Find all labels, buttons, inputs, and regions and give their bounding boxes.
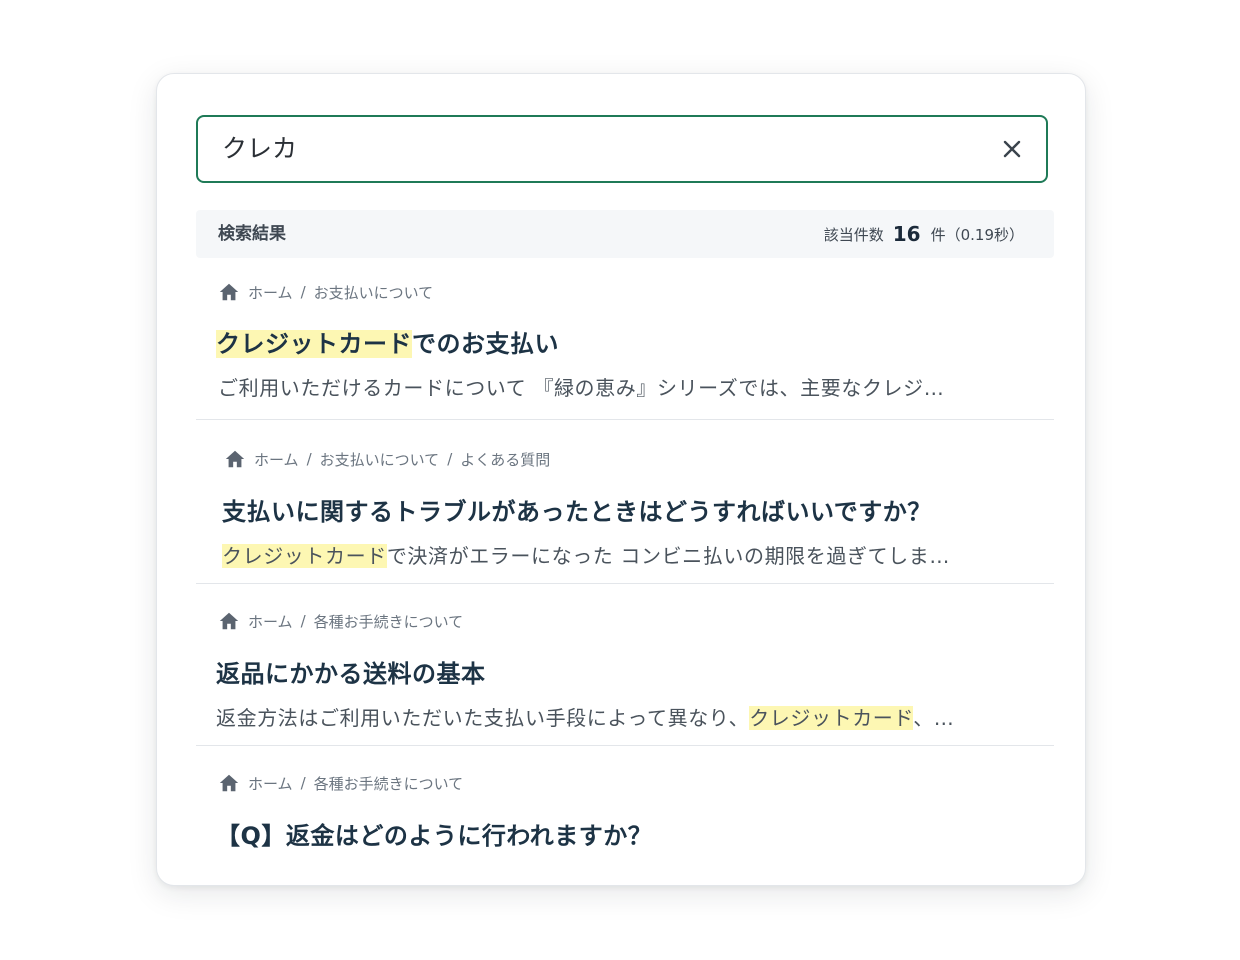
breadcrumb-separator: / <box>306 450 312 468</box>
breadcrumb-item[interactable]: 各種お手続きについて <box>314 611 464 632</box>
breadcrumb-separator: / <box>300 283 306 301</box>
result-title[interactable]: クレジットカードでのお支払い <box>216 324 559 359</box>
result-title[interactable]: 返品にかかる送料の基本 <box>216 654 486 689</box>
breadcrumb-item[interactable]: ホーム <box>248 773 293 794</box>
result-item[interactable]: ホーム / お支払いについて クレジットカードでのお支払い ご利用いただけるカー… <box>196 280 1054 420</box>
close-icon[interactable] <box>1002 139 1022 159</box>
result-snippet: ご利用いただけるカードについて 『緑の恵み』シリーズでは、主要なクレジ… <box>218 376 945 400</box>
breadcrumb: ホーム / 各種お手続きについて <box>218 772 463 794</box>
breadcrumb-item[interactable]: ホーム <box>254 449 299 470</box>
results-count: 該当件数 16 件（0.19秒） <box>824 210 1024 258</box>
home-icon <box>219 774 239 792</box>
home-icon <box>225 450 245 468</box>
breadcrumb-separator: / <box>447 450 453 468</box>
snippet-text: で決済がエラーになった コンビニ払いの期限を過ぎてしま… <box>386 544 950 568</box>
breadcrumb: ホーム / 各種お手続きについて <box>218 610 463 632</box>
breadcrumb: ホーム / お支払いについて / よくある質問 <box>224 448 550 470</box>
results-count-number: 16 <box>892 222 921 246</box>
snippet-text: 返金方法はご利用いただいた支払い手段によって異なり、 <box>216 706 750 730</box>
results-count-label: 該当件数 <box>823 225 884 244</box>
home-icon <box>219 283 239 301</box>
breadcrumb-separator: / <box>300 774 306 792</box>
result-snippet: 返金方法はご利用いただいた支払い手段によって異なり、クレジットカード、… <box>216 702 954 731</box>
breadcrumb: ホーム / お支払いについて <box>218 281 433 303</box>
search-box[interactable] <box>196 115 1048 183</box>
result-item[interactable]: ホーム / 各種お手続きについて 返品にかかる送料の基本 返金方法はご利用いただ… <box>196 584 1054 746</box>
result-item[interactable]: ホーム / お支払いについて / よくある質問 支払いに関するトラブルがあったと… <box>196 420 1054 584</box>
clear-search-button[interactable] <box>994 131 1030 167</box>
title-text: でのお支払い <box>412 330 559 358</box>
result-item[interactable]: ホーム / 各種お手続きについて 【Q】返金はどのように行われますか？ <box>196 746 1054 885</box>
home-icon <box>219 612 239 630</box>
result-title[interactable]: 支払いに関するトラブルがあったときはどうすればいいですか？ <box>222 492 932 527</box>
search-panel: 検索結果 該当件数 16 件（0.19秒） ホーム / お支払いについて クレジ… <box>156 73 1086 886</box>
breadcrumb-item[interactable]: 各種お手続きについて <box>314 773 464 794</box>
breadcrumb-item[interactable]: ホーム <box>248 282 293 303</box>
page-background: 検索結果 該当件数 16 件（0.19秒） ホーム / お支払いについて クレジ… <box>0 0 1240 960</box>
breadcrumb-item[interactable]: お支払いについて <box>314 282 434 303</box>
snippet-highlight: クレジットカード <box>222 544 387 568</box>
snippet-text: 、… <box>913 706 955 730</box>
snippet-highlight: クレジットカード <box>749 706 914 730</box>
search-input[interactable] <box>222 117 962 181</box>
result-snippet: クレジットカードで決済がエラーになった コンビニ払いの期限を過ぎてしま… <box>222 540 950 569</box>
results-header: 検索結果 該当件数 16 件（0.19秒） <box>196 210 1054 258</box>
title-highlight: クレジットカード <box>216 330 412 358</box>
results-title: 検索結果 <box>218 224 286 244</box>
result-title[interactable]: 【Q】返金はどのように行われますか？ <box>216 816 652 851</box>
breadcrumb-separator: / <box>300 612 306 630</box>
breadcrumb-item[interactable]: よくある質問 <box>460 449 550 470</box>
breadcrumb-item[interactable]: ホーム <box>248 611 293 632</box>
breadcrumb-item[interactable]: お支払いについて <box>320 449 440 470</box>
results-count-unit: 件（0.19秒） <box>930 225 1024 244</box>
